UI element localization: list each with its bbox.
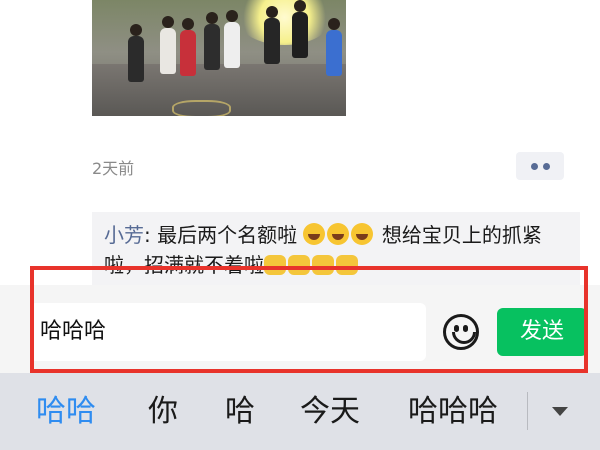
photo-child-figure [160, 16, 176, 74]
smiling-face-icon [327, 223, 350, 245]
post-timestamp: 2天前 [92, 159, 135, 178]
suggestion-item[interactable]: 哈哈哈 [408, 373, 498, 450]
photo-child-figure [264, 6, 280, 64]
suggestion-item[interactable]: 你 [148, 373, 178, 450]
dot-icon [530, 162, 538, 170]
comment-author[interactable]: 小芳 [104, 223, 144, 247]
suggestion-item[interactable]: 哈哈 [36, 373, 96, 450]
photo-chalk-drawing [172, 100, 231, 116]
suggestion-divider [527, 392, 528, 430]
suggestion-item[interactable]: 哈 [225, 373, 255, 450]
photo-child-figure [180, 18, 196, 76]
comment-like-menu-button[interactable] [516, 152, 564, 180]
photo-child-figure [326, 18, 342, 76]
photo-child-figure [224, 10, 240, 68]
ime-suggestion-bar: 哈哈 你 哈 今天 哈哈哈 [0, 373, 600, 450]
smiling-face-icon [303, 223, 326, 245]
suggestion-item[interactable]: 今天 [300, 373, 360, 450]
annotation-highlight-box [30, 266, 588, 373]
photo-child-figure [292, 0, 308, 58]
caret-down-icon[interactable] [552, 407, 568, 416]
comment-text-part1: 最后两个名额啦 [157, 223, 304, 247]
dot-icon [542, 162, 550, 170]
photo-blur-glow [237, 0, 332, 45]
post-photo[interactable] [92, 0, 346, 116]
comment-separator: : [144, 223, 158, 247]
photo-child-figure [128, 24, 144, 82]
photo-child-figure [204, 12, 220, 70]
smiling-face-icon [351, 223, 374, 245]
